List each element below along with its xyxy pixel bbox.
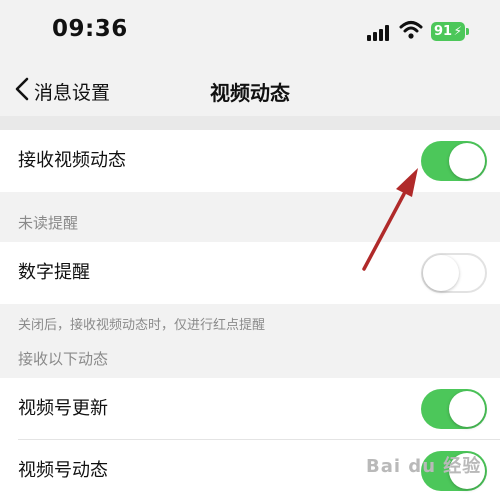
section-spacer xyxy=(0,116,500,130)
signal-icon xyxy=(367,25,391,41)
number-reminder-toggle[interactable] xyxy=(421,253,487,293)
toggle-knob xyxy=(449,143,485,179)
receive-video-moments-label: 接收视频动态 xyxy=(18,150,126,171)
watermark-logo: Bai du 经验 xyxy=(366,456,482,477)
channels-update-row: 视频号更新 xyxy=(0,378,500,440)
channels-update-label: 视频号更新 xyxy=(18,398,108,419)
status-bar: 09:36 91 ⚡ xyxy=(0,0,500,62)
toggle-knob xyxy=(449,391,485,427)
battery-icon: 91 ⚡ xyxy=(431,22,465,41)
battery-cap xyxy=(466,28,469,35)
toggle-knob xyxy=(423,255,459,291)
unread-reminder-header: 未读提醒 xyxy=(18,214,79,232)
number-reminder-label: 数字提醒 xyxy=(18,262,90,283)
wifi-icon xyxy=(399,21,423,39)
channels-moments-label: 视频号动态 xyxy=(18,460,108,481)
receive-video-moments-toggle[interactable] xyxy=(421,141,487,181)
status-time: 09:36 xyxy=(52,16,128,42)
receive-following-header: 接收以下动态 xyxy=(18,350,109,368)
nav-bar: 消息设置 视频动态 xyxy=(0,62,500,116)
channels-update-toggle[interactable] xyxy=(421,389,487,429)
number-reminder-row: 数字提醒 xyxy=(0,242,500,304)
battery-level: 91 xyxy=(434,24,453,39)
page-title: 视频动态 xyxy=(210,81,290,105)
receive-video-moments-row: 接收视频动态 xyxy=(0,130,500,192)
charging-bolt-icon: ⚡ xyxy=(453,24,462,38)
number-reminder-note: 关闭后，接收视频动态时，仅进行红点提醒 xyxy=(18,318,266,333)
